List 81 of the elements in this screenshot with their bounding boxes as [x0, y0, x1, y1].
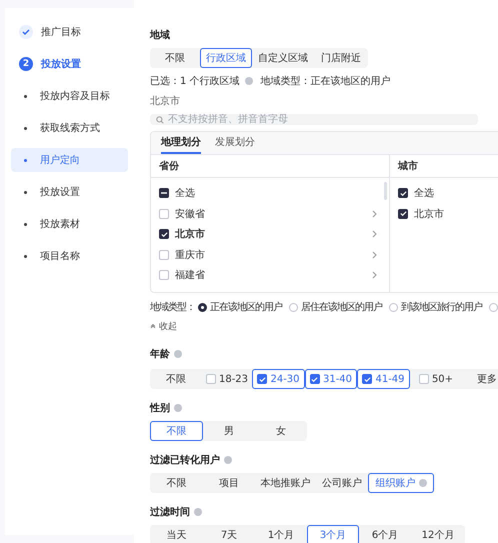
province-item[interactable]: 全选: [151, 183, 389, 204]
radio-label: 正在该地区的用户: [210, 300, 282, 314]
help-icon: [244, 77, 253, 85]
column-header: 城市: [398, 159, 418, 173]
sidebar-item[interactable]: 2 投放设置: [11, 52, 128, 76]
indeterminate-checkbox[interactable]: [159, 188, 169, 198]
radio-group-label: 地域类型：: [150, 300, 195, 314]
segment-option[interactable]: 不限: [150, 369, 202, 389]
segment-option[interactable]: 不限: [150, 473, 203, 493]
check-icon: [19, 25, 33, 39]
column-header: 省份: [159, 160, 179, 173]
province-item[interactable]: 安徽省: [151, 204, 389, 224]
section-title: 过滤时间: [150, 506, 190, 519]
section-title: 地域: [150, 28, 170, 42]
scrollbar[interactable]: [384, 182, 387, 200]
segment-option[interactable]: 组织账户: [368, 473, 434, 493]
segment-option[interactable]: 41-49: [357, 369, 410, 389]
radio-button[interactable]: [198, 302, 207, 312]
segment-option[interactable]: 12个月: [411, 525, 465, 543]
chevron-up-icon: [150, 324, 156, 329]
segment-option[interactable]: 31-40: [305, 369, 357, 389]
checkbox[interactable]: [159, 229, 169, 240]
sidebar-item[interactable]: 投放内容及目标: [11, 84, 128, 108]
province-item[interactable]: 重庆市: [151, 244, 389, 265]
sidebar-item[interactable]: 用户定向: [11, 148, 128, 172]
segment-option[interactable]: 公司账户: [316, 473, 368, 493]
help-icon: [174, 404, 182, 412]
section-title: 过滤已转化用户: [150, 453, 220, 467]
selected-summary: 已选：1 个行政区域: [150, 74, 240, 88]
bullet-icon: [24, 254, 27, 258]
help-icon: [224, 456, 232, 464]
province-item[interactable]: 福建省: [151, 265, 389, 286]
checkbox[interactable]: [398, 208, 408, 219]
province-item[interactable]: 北京市: [151, 224, 389, 244]
segment-option[interactable]: 门店附近: [314, 48, 368, 68]
segment-option[interactable]: 不限: [150, 421, 203, 441]
segment-option[interactable]: 行政区域: [200, 48, 252, 68]
bullet-icon: [24, 222, 27, 226]
segment-option[interactable]: 本地推账户: [255, 473, 316, 493]
segment-option[interactable]: 不限: [150, 48, 200, 68]
help-icon: [194, 508, 202, 516]
segment-option[interactable]: 7天: [203, 525, 255, 543]
segment-option[interactable]: 自定义区域: [252, 48, 314, 68]
bullet-icon: [24, 94, 27, 98]
selected-region: 北京市: [150, 94, 180, 108]
checkbox[interactable]: [310, 374, 320, 384]
bullet-icon: [24, 190, 27, 194]
city-item[interactable]: 北京市: [390, 204, 498, 224]
radio-label: 居住在该地区的用户: [301, 300, 382, 314]
section-title: 年龄: [150, 348, 170, 361]
radio-label: 到该地区旅行的用户: [401, 300, 482, 314]
sidebar-item[interactable]: 投放素材: [11, 212, 128, 236]
bullet-icon: [24, 158, 27, 162]
sidebar-item[interactable]: 项目名称: [11, 244, 128, 268]
checkbox[interactable]: [257, 374, 268, 384]
segment-option[interactable]: 当天: [150, 525, 203, 543]
segment-option[interactable]: 50+: [410, 369, 462, 389]
help-icon: [174, 350, 182, 358]
collapse-link[interactable]: 收起: [150, 320, 177, 333]
bullet-icon: [24, 126, 27, 130]
segment-option[interactable]: 3个月: [307, 525, 359, 543]
tab[interactable]: 地理划分: [161, 132, 201, 154]
segment-option[interactable]: 24-30: [252, 369, 305, 389]
segment-option[interactable]: 1个月: [255, 525, 307, 543]
checkbox[interactable]: [398, 188, 408, 198]
sidebar-item[interactable]: 投放设置: [11, 180, 128, 204]
tab[interactable]: 发展划分: [215, 132, 255, 154]
sidebar-item[interactable]: 获取线索方式: [11, 116, 128, 140]
city-item[interactable]: 全选: [390, 183, 498, 204]
checkbox[interactable]: [362, 374, 372, 384]
section-title: 性别: [150, 402, 170, 415]
segment-option[interactable]: 项目: [203, 473, 255, 493]
segment-option[interactable]: 女: [255, 421, 307, 441]
segment-option[interactable]: 更多: [462, 369, 498, 389]
search-icon: [156, 116, 164, 124]
sidebar-item[interactable]: 推广目标: [11, 20, 128, 44]
segment-option[interactable]: 男: [203, 421, 255, 441]
step-number: 2: [19, 57, 33, 71]
segment-option[interactable]: 18-23: [202, 369, 252, 389]
region-type-summary: 地域类型：正在该地区的用户: [260, 74, 391, 88]
segment-option[interactable]: 6个月: [359, 525, 411, 543]
